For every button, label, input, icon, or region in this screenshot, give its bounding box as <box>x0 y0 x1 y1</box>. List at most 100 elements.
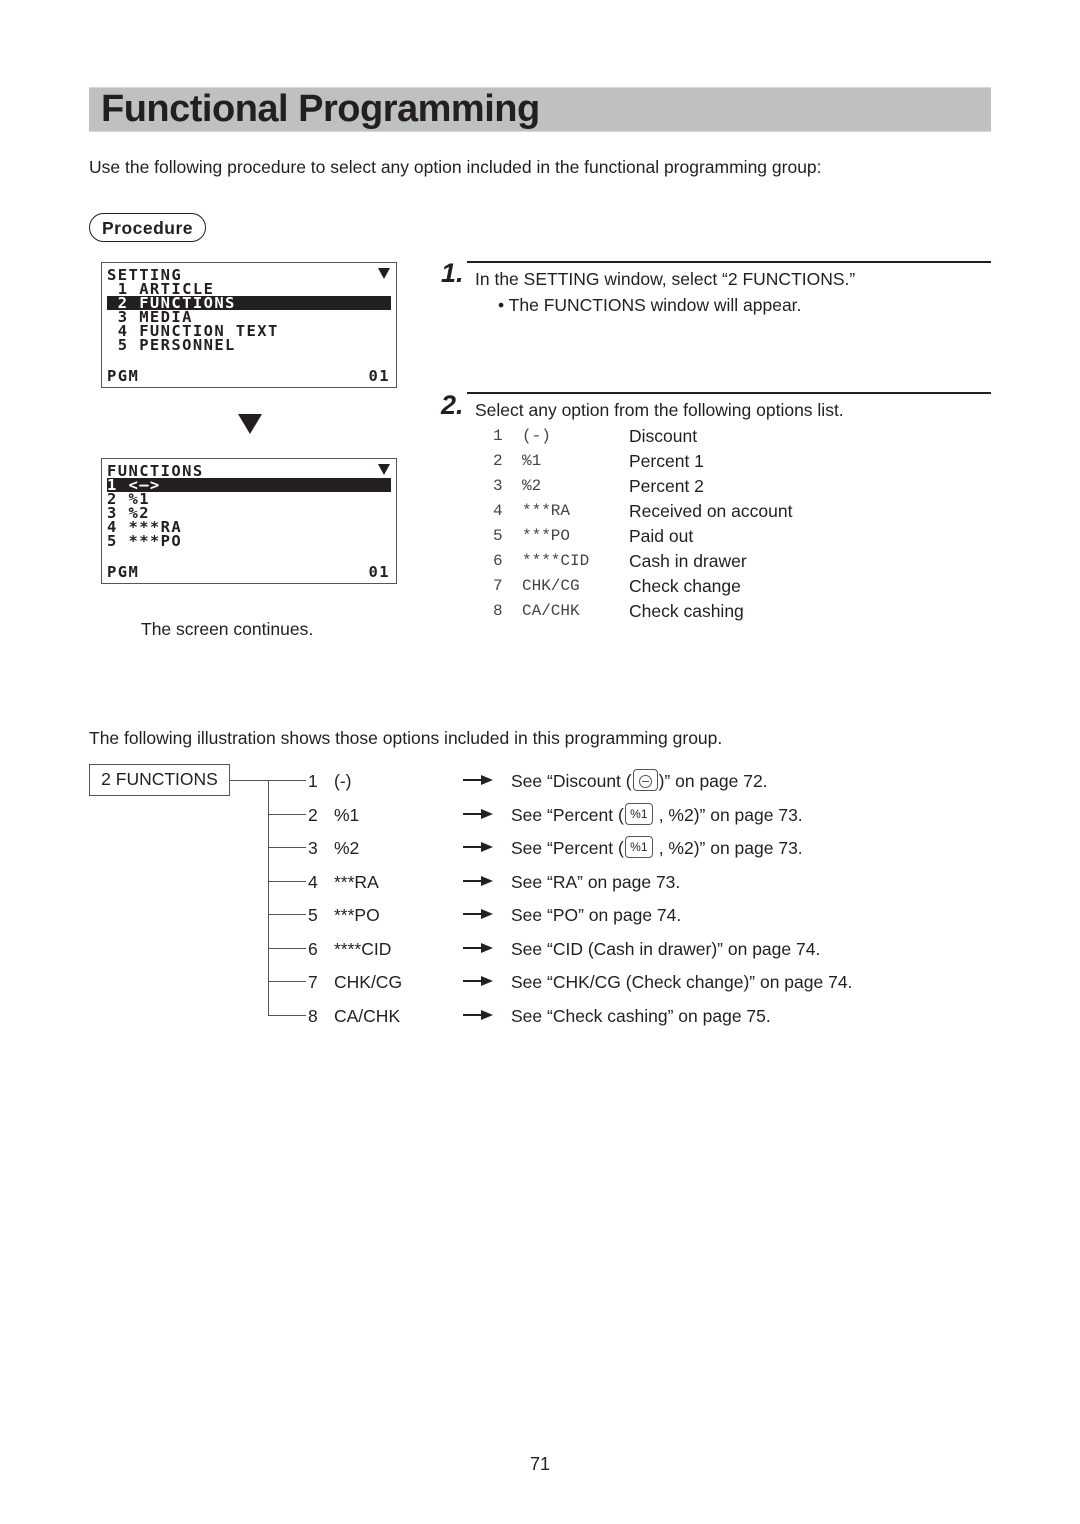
option-code: CA/CHK <box>522 602 580 620</box>
lcd-clerk-code: 01 <box>368 367 390 385</box>
option-row: 7 CHK/CG Check change <box>493 575 893 600</box>
option-row: 3 %2 Percent 2 <box>493 475 893 500</box>
option-number: 4 <box>493 502 503 520</box>
tree-branch-line <box>268 881 306 882</box>
tree-branch-line <box>268 914 306 915</box>
page-reference-link[interactable]: See “CID (Cash in drawer)” on page 74. <box>511 938 820 960</box>
right-arrow-icon <box>463 943 493 953</box>
lcd-setting-screen: SETTING 1 ARTICLE 2 FUNCTIONS 3 MEDIA 4 … <box>101 262 397 388</box>
option-description: Percent 1 <box>629 451 704 471</box>
tree-item-code: ***PO <box>334 905 380 925</box>
option-row: 4 ***RA Received on account <box>493 500 893 525</box>
tree-branch-line <box>268 814 306 815</box>
option-code: ****CID <box>522 552 590 570</box>
tree-item-code: CHK/CG <box>334 972 403 992</box>
reference-text: See “Percent ( <box>511 838 624 858</box>
lcd-mode: PGM <box>107 367 140 385</box>
reference-text: )” on page 72. <box>658 771 768 791</box>
screen-continues-note: The screen continues. <box>141 619 314 639</box>
right-arrow-icon <box>463 842 493 852</box>
tree-item-number: 8 <box>308 1006 318 1026</box>
tree-item-number: 4 <box>308 872 318 892</box>
step-2-number: 2. <box>441 390 464 420</box>
tree-branch-line <box>268 1015 306 1016</box>
option-number: 6 <box>493 552 503 570</box>
option-number: 7 <box>493 577 503 595</box>
procedure-label: Procedure <box>89 213 206 242</box>
option-row: 2 %1 Percent 1 <box>493 450 893 475</box>
option-code: (-) <box>522 427 551 445</box>
page-reference-link[interactable]: See “CHK/CG (Check change)” on page 74. <box>511 971 852 993</box>
title-bar: Functional Programming <box>89 87 991 132</box>
step-2-rule <box>467 392 991 394</box>
option-description: Check change <box>629 576 741 596</box>
option-number: 1 <box>493 427 503 445</box>
tree-item-number: 3 <box>308 838 318 858</box>
reference-text: See “Percent ( <box>511 805 624 825</box>
tree-item: 7 CHK/CG <box>308 971 402 993</box>
tree-item-code: CA/CHK <box>334 1006 401 1026</box>
reference-text: See “Discount ( <box>511 771 632 791</box>
option-number: 3 <box>493 477 503 495</box>
reference-text: , %2)” on page 73. <box>653 805 803 825</box>
tree-item-number: 5 <box>308 905 318 925</box>
tree-item: 2 %1 <box>308 804 359 826</box>
option-description: Cash in drawer <box>629 551 747 571</box>
step-1-rule <box>467 261 991 263</box>
step-1-bullet: • The FUNCTIONS window will appear. <box>498 295 802 315</box>
option-number: 2 <box>493 452 503 470</box>
option-description: Check cashing <box>629 601 744 621</box>
tree-item-number: 7 <box>308 972 318 992</box>
tree-branch-line <box>268 948 306 949</box>
lcd-clerk-code: 01 <box>368 563 390 581</box>
right-arrow-icon <box>463 775 493 785</box>
lcd-row: 5 PERSONNEL <box>107 336 236 354</box>
option-description: Received on account <box>629 501 793 521</box>
option-description: Discount <box>629 426 698 446</box>
option-row: 8 CA/CHK Check cashing <box>493 600 893 625</box>
page-number: 71 <box>529 1454 551 1474</box>
tree-branch-line <box>268 981 306 982</box>
tree-item: 6 ****CID <box>308 938 391 960</box>
tree-item: 8 CA/CHK <box>308 1005 400 1027</box>
option-code: %2 <box>522 477 542 495</box>
percent1-key-icon: %1 <box>624 802 653 825</box>
option-code: %1 <box>522 452 542 470</box>
lcd-functions-screen: FUNCTIONS 1 <—> 2 %1 3 %2 4 ***RA 5 ***P… <box>101 458 397 584</box>
scroll-down-triangle-icon <box>378 464 390 475</box>
lcd-row: 5 ***PO <box>107 532 183 550</box>
lcd-mode: PGM <box>107 563 140 581</box>
tree-item-code: %1 <box>334 805 360 825</box>
option-description: Percent 2 <box>629 476 704 496</box>
right-arrow-icon <box>463 909 493 919</box>
page-reference-link[interactable]: See “Percent (%1 , %2)” on page 73. <box>511 835 803 859</box>
illustration-intro: The following illustration shows those o… <box>89 728 723 748</box>
right-arrow-icon <box>463 809 493 819</box>
tree-item-code: %2 <box>334 838 360 858</box>
page-title: Functional Programming <box>101 88 540 130</box>
tree-item-number: 6 <box>308 939 318 959</box>
right-arrow-icon <box>463 876 493 886</box>
tree-connector <box>230 780 268 781</box>
tree-branch-line <box>268 780 306 781</box>
tree-item-number: 1 <box>308 771 318 791</box>
page-reference-link[interactable]: See “PO” on page 74. <box>511 904 681 926</box>
option-code: ***RA <box>522 502 571 520</box>
scroll-down-triangle-icon <box>378 268 390 279</box>
page-reference-link[interactable]: See “Discount ( )” on page 72. <box>511 768 768 792</box>
tree-item: 3 %2 <box>308 837 359 859</box>
option-number: 8 <box>493 602 503 620</box>
option-row: 6 ****CID Cash in drawer <box>493 550 893 575</box>
tree-item-code: ****CID <box>334 939 392 959</box>
tree-item-code: (-) <box>334 771 352 791</box>
option-description: Paid out <box>629 526 694 546</box>
right-arrow-icon <box>463 976 493 986</box>
tree-item-number: 2 <box>308 805 318 825</box>
page-reference-link[interactable]: See “RA” on page 73. <box>511 871 680 893</box>
option-number: 5 <box>493 527 503 545</box>
option-code: ***PO <box>522 527 571 545</box>
page-reference-link[interactable]: See “Check cashing” on page 75. <box>511 1005 771 1027</box>
page-reference-link[interactable]: See “Percent (%1 , %2)” on page 73. <box>511 802 803 826</box>
step-1-number: 1. <box>441 258 464 288</box>
step-2-text: Select any option from the following opt… <box>475 400 844 420</box>
